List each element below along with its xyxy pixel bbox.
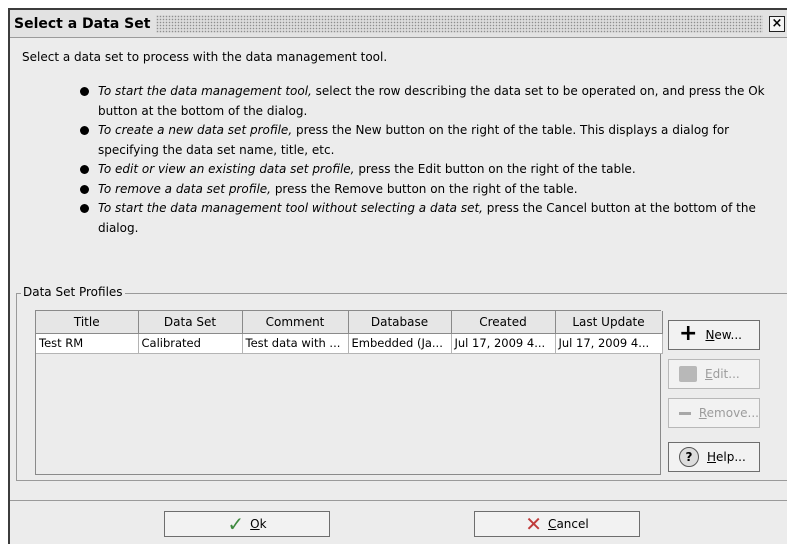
cancel-button[interactable]: ✕ Cancel (474, 511, 640, 537)
cell-data-set[interactable]: Calibrated (138, 333, 243, 354)
column-header-database[interactable]: Database (348, 311, 452, 334)
plus-icon: + (679, 321, 698, 346)
edit-button-label: Edit... (705, 367, 740, 381)
instruction-lead: To remove a data set profile, (98, 181, 271, 196)
edit-icon (679, 366, 697, 382)
checkmark-icon: ✓ (227, 512, 245, 536)
instruction-item: To edit or view an existing data set pro… (76, 160, 776, 180)
instruction-item: To start the data management tool withou… (76, 199, 776, 238)
column-header-last-update[interactable]: Last Update (555, 311, 663, 334)
cell-last-update[interactable]: Jul 17, 2009 4... (555, 333, 663, 354)
minus-icon (679, 411, 691, 415)
cell-database[interactable]: Embedded (Ja... (348, 333, 452, 354)
dialog-button-bar: ✓ Ok ✕ Cancel (10, 500, 787, 546)
intro-text: Select a data set to process with the da… (22, 50, 388, 64)
cancel-button-label: Cancel (548, 517, 589, 531)
edit-button[interactable]: Edit... (668, 359, 760, 389)
remove-button-label: Remove... (698, 406, 759, 420)
instruction-lead: To start the data management tool withou… (98, 201, 483, 215)
close-icon: × (771, 16, 783, 31)
cell-created[interactable]: Jul 17, 2009 4... (451, 333, 556, 354)
select-data-set-dialog: Select a Data Set × Select a data set to… (8, 8, 787, 544)
ok-button[interactable]: ✓ Ok (164, 511, 330, 537)
cell-comment[interactable]: Test data with ... (242, 333, 349, 354)
column-header-title[interactable]: Title (36, 311, 139, 334)
instruction-lead: To edit or view an existing data set pro… (98, 162, 355, 176)
instruction-lead: To create a new data set profile, (98, 123, 293, 137)
profiles-table: Title Data Set Comment Database Created … (36, 311, 663, 354)
column-header-data-set[interactable]: Data Set (138, 311, 243, 334)
table-row[interactable]: Test RM Calibrated Test data with ... Em… (36, 333, 663, 354)
instruction-text: press the Remove button on the right of … (271, 181, 578, 196)
profiles-legend: Data Set Profiles (21, 285, 125, 299)
title-bar[interactable]: Select a Data Set × (10, 10, 787, 38)
new-button-label: New... (705, 328, 742, 342)
column-header-created[interactable]: Created (451, 311, 556, 334)
profiles-table-container[interactable]: Title Data Set Comment Database Created … (35, 310, 663, 475)
column-header-comment[interactable]: Comment (242, 311, 349, 334)
ok-button-label: Ok (250, 517, 267, 531)
x-icon: ✕ (525, 512, 543, 536)
help-icon: ? (679, 447, 699, 467)
instruction-item: To start the data management tool, selec… (76, 82, 776, 121)
close-button[interactable]: × (769, 15, 785, 32)
instruction-item: To create a new data set profile, press … (76, 121, 776, 160)
remove-button[interactable]: Remove... (668, 398, 760, 428)
title-bar-pattern (156, 14, 763, 33)
help-button[interactable]: ? Help... (668, 442, 760, 472)
new-button[interactable]: + New... (668, 320, 760, 350)
dialog-title: Select a Data Set (14, 15, 151, 32)
table-header-row: Title Data Set Comment Database Created … (36, 311, 663, 334)
instruction-text: press the Edit button on the right of th… (354, 162, 636, 176)
instructions-list: To start the data management tool, selec… (76, 82, 776, 238)
cell-title[interactable]: Test RM (36, 333, 139, 354)
instruction-item: To remove a data set profile, press the … (76, 180, 776, 200)
instruction-lead: To start the data management tool, (98, 84, 312, 98)
help-button-label: Help... (707, 450, 746, 464)
data-set-profiles-panel: Data Set Profiles Title Data Set Comment… (16, 285, 787, 481)
